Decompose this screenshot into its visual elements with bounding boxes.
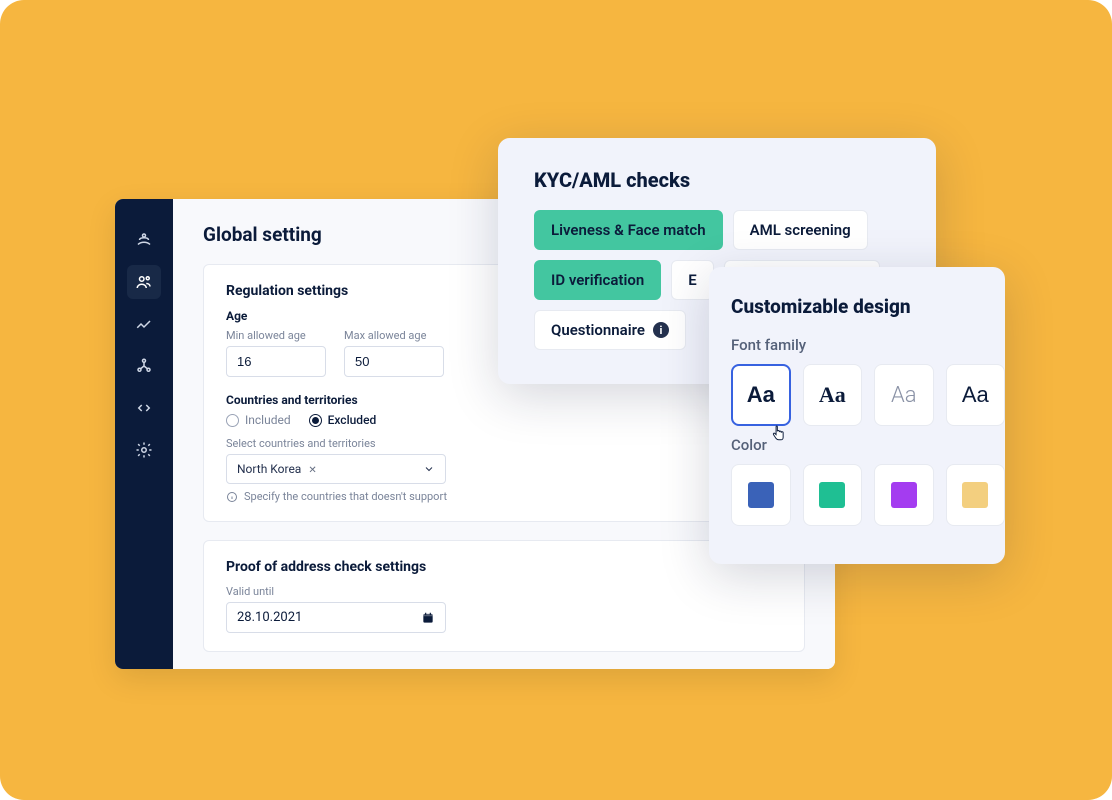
- kyc-heading: KYC/AML checks: [534, 168, 900, 192]
- color-swatch: [891, 482, 917, 508]
- max-age-field: Max allowed age: [344, 329, 444, 377]
- chip-remove-icon[interactable]: ✕: [308, 465, 316, 476]
- pointer-cursor-icon: [770, 425, 786, 447]
- font-option-4[interactable]: Aa: [946, 364, 1005, 426]
- radio-excluded[interactable]: Excluded: [309, 413, 377, 427]
- kyc-pill[interactable]: ID verification: [534, 260, 661, 300]
- color-option[interactable]: [803, 464, 863, 526]
- font-heading: Font family: [731, 336, 1005, 354]
- font-row: Aa Aa Aa Aa: [731, 364, 1005, 426]
- kyc-pill-label: Questionnaire: [551, 321, 645, 339]
- min-age-field: Min allowed age: [226, 329, 326, 377]
- kyc-pill[interactable]: Liveness & Face match: [534, 210, 723, 250]
- users-icon: [135, 273, 153, 291]
- stage: Global setting Regulation settings Age M…: [0, 0, 1112, 800]
- color-option[interactable]: [731, 464, 791, 526]
- info-icon: [226, 491, 238, 503]
- color-swatch: [748, 482, 774, 508]
- color-swatch: [819, 482, 845, 508]
- proof-heading: Proof of address check settings: [226, 559, 782, 575]
- chart-icon: [135, 315, 153, 333]
- color-option[interactable]: [946, 464, 1006, 526]
- valid-until-input[interactable]: 28.10.2021: [226, 602, 446, 633]
- sidebar-item-org[interactable]: [127, 349, 161, 383]
- countries-hint: Specify the countries that doesn't suppo…: [226, 490, 782, 503]
- kyc-pill-label: ID verification: [551, 271, 644, 289]
- chevron-down-icon: [423, 463, 435, 475]
- max-age-label: Max allowed age: [344, 329, 444, 342]
- country-select[interactable]: North Korea ✕: [226, 454, 446, 484]
- gear-icon: [135, 441, 153, 459]
- radio-excluded-label: Excluded: [328, 413, 377, 427]
- sidebar-item-users[interactable]: [127, 265, 161, 299]
- kyc-pill[interactable]: E: [671, 260, 713, 300]
- min-age-label: Min allowed age: [226, 329, 326, 342]
- select-countries-label: Select countries and territories: [226, 437, 782, 450]
- radio-icon: [226, 414, 239, 427]
- country-chip-label: North Korea: [237, 462, 301, 476]
- max-age-input[interactable]: [344, 346, 444, 377]
- sidebar: [115, 199, 173, 669]
- color-row: [731, 464, 1005, 526]
- color-swatch: [962, 482, 988, 508]
- countries-heading: Countries and territories: [226, 393, 782, 407]
- identity-icon: [135, 231, 153, 249]
- kyc-pill[interactable]: AML screening: [733, 210, 868, 250]
- valid-label: Valid until: [226, 585, 782, 598]
- sidebar-item-dev[interactable]: [127, 391, 161, 425]
- design-card: Customizable design Font family Aa Aa Aa…: [709, 267, 1005, 564]
- kyc-pill-label: AML screening: [750, 221, 851, 239]
- font-option-2[interactable]: Aa: [803, 364, 862, 426]
- code-icon: [135, 399, 153, 417]
- radio-included-label: Included: [245, 413, 291, 427]
- radio-included[interactable]: Included: [226, 413, 291, 427]
- kyc-pill-label: Liveness & Face match: [551, 221, 706, 239]
- sidebar-item-settings[interactable]: [127, 433, 161, 467]
- min-age-input[interactable]: [226, 346, 326, 377]
- radio-icon: [309, 414, 322, 427]
- info-icon: i: [653, 322, 669, 338]
- sidebar-item-analytics[interactable]: [127, 307, 161, 341]
- kyc-pill-label: E: [688, 271, 696, 289]
- font-option-3[interactable]: Aa: [874, 364, 933, 426]
- sidebar-item-identity[interactable]: [127, 223, 161, 257]
- design-heading: Customizable design: [731, 295, 1005, 318]
- valid-until-value: 28.10.2021: [237, 610, 302, 625]
- kyc-pill[interactable]: Questionnaire i: [534, 310, 686, 350]
- color-option[interactable]: [874, 464, 934, 526]
- org-icon: [135, 357, 153, 375]
- calendar-icon: [421, 611, 435, 625]
- font-option-1[interactable]: Aa: [731, 364, 791, 426]
